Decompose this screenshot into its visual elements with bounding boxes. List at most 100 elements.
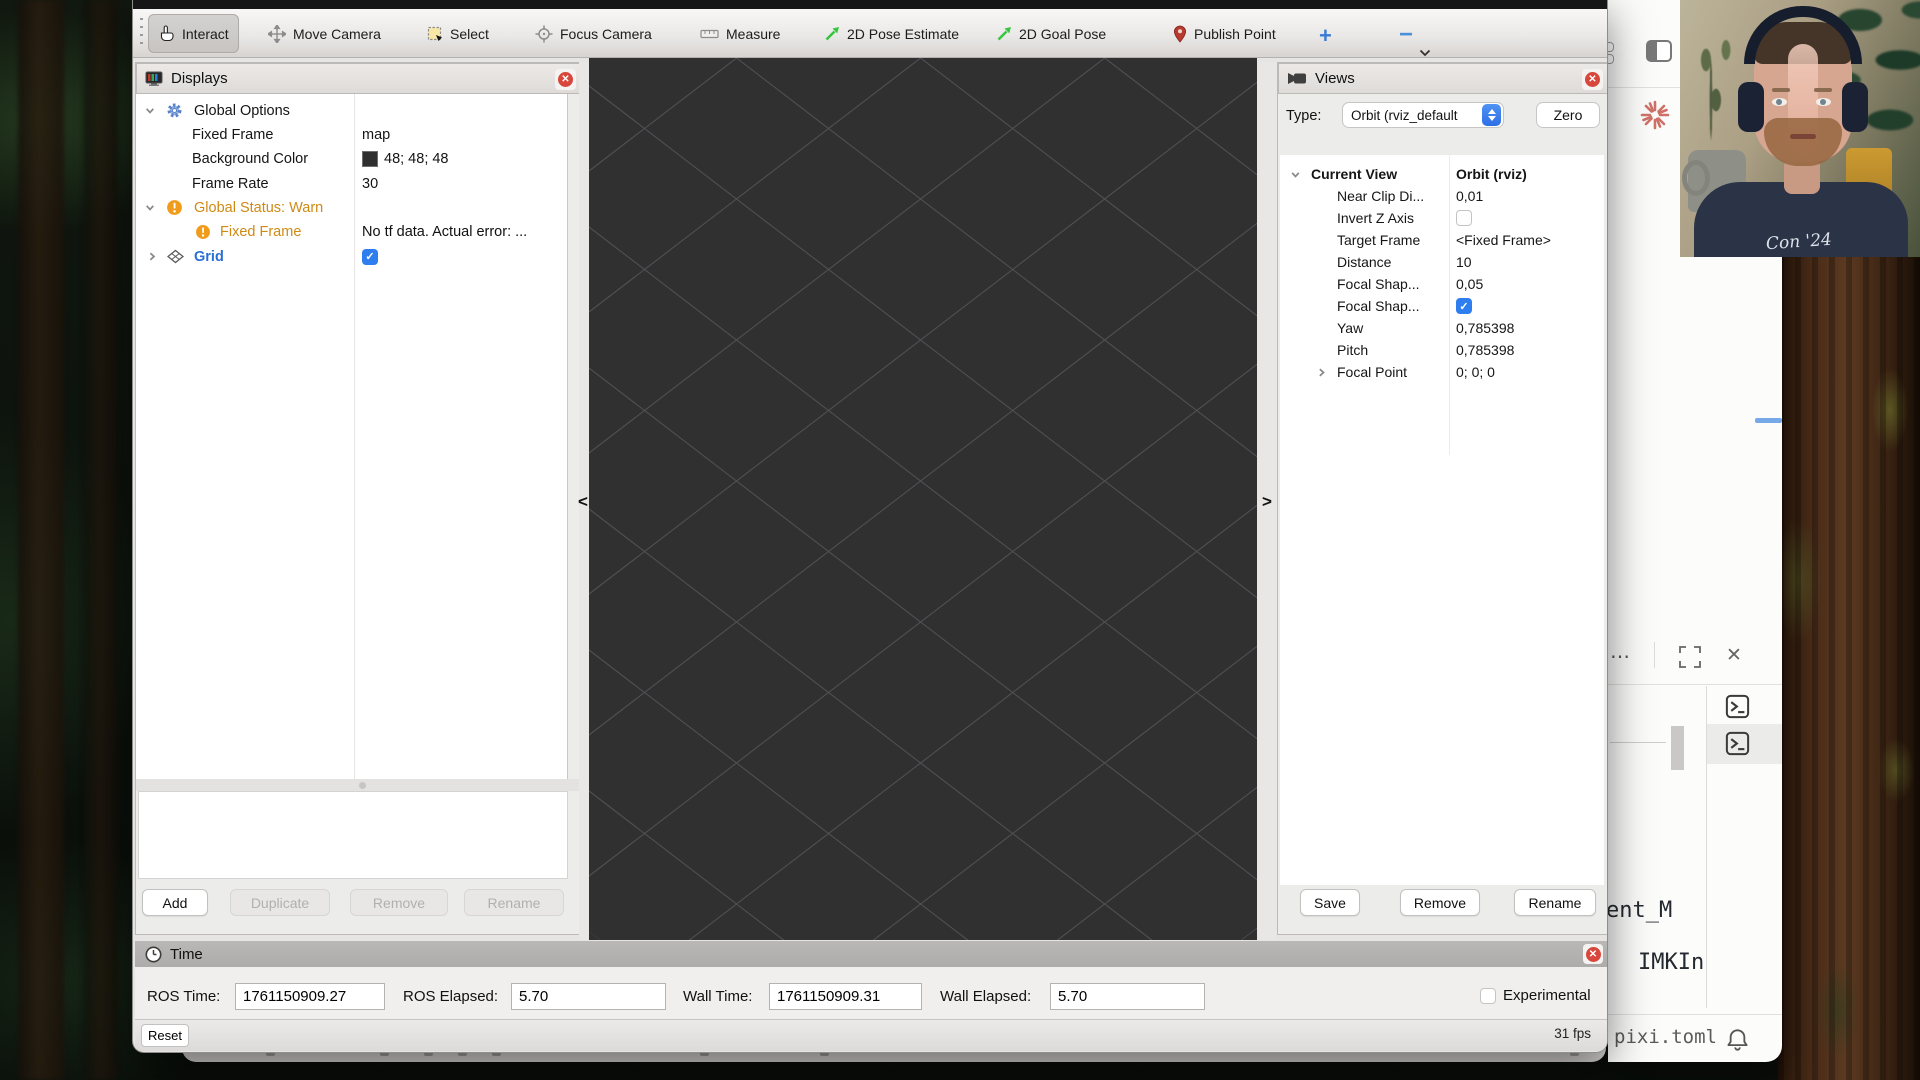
chevron-down-icon[interactable] [144, 202, 156, 213]
wall-time-label: Wall Time: [683, 988, 752, 1005]
tree-row-current-view[interactable]: Current View Orbit (rviz) [1280, 163, 1604, 185]
toolbar-overflow-chevron-icon[interactable] [1419, 49, 1431, 57]
tree-row-frame-rate[interactable]: Frame Rate 30 [136, 171, 567, 196]
tool-focus-camera[interactable]: Focus Camera [525, 14, 662, 53]
close-panel-button[interactable]: ✕ [555, 69, 576, 90]
chevron-right-icon[interactable] [147, 251, 158, 263]
tree-row-grid[interactable]: Grid ✓ [136, 244, 567, 269]
chevron-right-icon[interactable] [1316, 367, 1327, 378]
tree-row-focal-point[interactable]: Focal Point 0; 0; 0 [1280, 361, 1604, 383]
3d-viewport[interactable] [589, 58, 1257, 940]
tree-row-global-status[interactable]: Global Status: Warn [136, 195, 567, 220]
close-panel-button[interactable]: ✕ [1726, 644, 1742, 667]
displays-panel-header[interactable]: Displays ✕ [136, 63, 582, 94]
tree-row-pitch[interactable]: Pitch 0,785398 [1280, 339, 1604, 361]
warning-icon [166, 199, 183, 216]
row-value[interactable] [1456, 210, 1472, 226]
panel-splitter[interactable] [136, 779, 582, 791]
remove-display-button[interactable]: Remove [350, 889, 448, 916]
tree-row-distance[interactable]: Distance 10 [1280, 251, 1604, 273]
row-value[interactable]: <Fixed Frame> [1456, 232, 1551, 248]
add-tool-button[interactable]: + [1319, 23, 1332, 49]
tree-row-status-fixed-frame[interactable]: Fixed Frame No tf data. Actual error: ..… [136, 219, 567, 244]
wall-time-input[interactable] [769, 983, 922, 1010]
tool-2d-goal-pose[interactable]: 2D Goal Pose [986, 14, 1116, 53]
row-value[interactable]: 30 [362, 176, 378, 192]
ros-time-input[interactable] [235, 983, 385, 1010]
views-list-area[interactable] [1280, 455, 1604, 885]
collapse-left-arrow[interactable]: < [578, 492, 588, 512]
chevron-down-icon[interactable] [144, 105, 156, 116]
color-swatch [362, 151, 378, 167]
sidebar-layout-icon[interactable] [1646, 40, 1672, 62]
toolbar-drag-handle[interactable] [140, 18, 143, 48]
dropdown-stepper-icon[interactable] [1482, 104, 1501, 126]
rename-display-button[interactable]: Rename [464, 889, 564, 916]
row-value[interactable]: 0; 0; 0 [1456, 364, 1495, 380]
tree-row-target-frame[interactable]: Target Frame <Fixed Frame> [1280, 229, 1604, 251]
tool-label: Move Camera [293, 26, 381, 42]
rename-view-button[interactable]: Rename [1514, 889, 1596, 916]
add-display-button[interactable]: Add [142, 889, 208, 916]
terminal-icon[interactable] [1725, 694, 1750, 719]
tool-2d-pose-estimate[interactable]: 2D Pose Estimate [814, 14, 969, 53]
row-value[interactable]: 0,05 [1456, 276, 1483, 292]
duplicate-display-button[interactable]: Duplicate [230, 889, 330, 916]
tool-interact[interactable]: Interact [148, 14, 239, 53]
right-panel-collapse-strip[interactable]: > [1257, 62, 1277, 940]
scrollbar-thumb[interactable] [1671, 726, 1684, 770]
tree-row-near-clip[interactable]: Near Clip Di... 0,01 [1280, 185, 1604, 207]
row-value[interactable]: ✓ [362, 249, 378, 265]
tree-row-focal-shape-fixed[interactable]: Focal Shap... ✓ [1280, 295, 1604, 317]
reset-button[interactable]: Reset [141, 1024, 189, 1047]
checkbox-unchecked[interactable] [1456, 210, 1472, 226]
close-panel-button[interactable]: ✕ [1582, 69, 1603, 90]
remove-view-button[interactable]: Remove [1400, 889, 1480, 916]
tree-row-global-options[interactable]: Global Options [136, 98, 567, 123]
displays-filter-area[interactable] [138, 791, 568, 879]
row-label: Fixed Frame [220, 224, 301, 240]
row-label: Grid [194, 249, 224, 265]
row-label: Background Color [192, 151, 308, 167]
tool-move-camera[interactable]: Move Camera [258, 14, 391, 53]
terminal-icon[interactable] [1725, 731, 1750, 756]
tree-row-yaw[interactable]: Yaw 0,785398 [1280, 317, 1604, 339]
tree-row-focal-shape-size[interactable]: Focal Shap... 0,05 [1280, 273, 1604, 295]
view-type-dropdown[interactable]: Orbit (rviz_default [1342, 102, 1504, 128]
row-value[interactable]: 0,785398 [1456, 342, 1514, 358]
views-panel-header[interactable]: Views ✕ [1278, 63, 1608, 94]
row-value[interactable]: 0,785398 [1456, 320, 1514, 336]
views-panel: Views ✕ Type: Orbit (rviz_default Zero C… [1277, 62, 1608, 935]
tool-publish-point[interactable]: Publish Point [1163, 14, 1286, 53]
close-panel-button[interactable]: ✕ [1583, 944, 1603, 964]
row-value[interactable]: 48; 48; 48 [362, 151, 449, 167]
ros-elapsed-input[interactable] [511, 983, 666, 1010]
time-panel-header[interactable]: Time ✕ [135, 941, 1607, 967]
left-panel-collapse-strip[interactable]: < [579, 62, 589, 940]
checkbox-checked[interactable]: ✓ [1456, 298, 1472, 314]
tree-row-fixed-frame[interactable]: Fixed Frame map [136, 122, 567, 147]
row-value[interactable]: ✓ [1456, 298, 1472, 314]
tool-select[interactable]: Select [417, 14, 499, 53]
more-actions-button[interactable]: ⋯ [1610, 644, 1631, 669]
row-value[interactable]: 0,01 [1456, 188, 1483, 204]
checkbox-unchecked[interactable] [1480, 988, 1496, 1004]
divider [1610, 742, 1666, 743]
tree-row-invert-z[interactable]: Invert Z Axis [1280, 207, 1604, 229]
chevron-down-icon[interactable] [1290, 169, 1301, 180]
bell-icon[interactable] [1726, 1028, 1749, 1052]
row-value[interactable]: 10 [1456, 254, 1472, 270]
tree-row-background-color[interactable]: Background Color 48; 48; 48 [136, 146, 567, 171]
wall-elapsed-input[interactable] [1050, 983, 1205, 1010]
collapse-right-arrow[interactable]: > [1262, 492, 1272, 512]
tool-measure[interactable]: Measure [690, 14, 790, 53]
zero-button[interactable]: Zero [1536, 102, 1600, 128]
save-view-button[interactable]: Save [1300, 889, 1360, 916]
experimental-toggle[interactable]: Experimental [1480, 987, 1591, 1004]
row-label: Global Options [194, 103, 290, 119]
remove-tool-button[interactable]: − [1399, 21, 1413, 49]
checkbox-checked[interactable]: ✓ [362, 249, 378, 265]
row-value[interactable]: map [362, 127, 390, 143]
statusbar-filename[interactable]: pixi.toml [1614, 1026, 1717, 1048]
maximize-panel-icon[interactable] [1678, 645, 1702, 669]
